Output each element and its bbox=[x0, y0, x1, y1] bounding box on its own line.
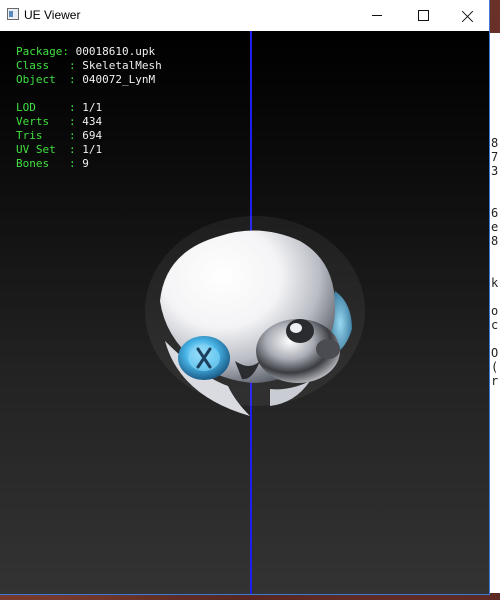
mesh-info-overlay: Package: 00018610.upk Class : SkeletalMe… bbox=[16, 45, 162, 171]
background-char: r bbox=[491, 374, 499, 388]
uvset-value: 1/1 bbox=[82, 143, 103, 156]
background-char: o bbox=[491, 304, 499, 318]
info-row-package: Package: 00018610.upk bbox=[16, 45, 156, 58]
info-label: Object bbox=[16, 73, 56, 86]
info-row-object: Object : 040072_LynM bbox=[16, 73, 156, 86]
verts-value: 434 bbox=[82, 115, 103, 128]
info-label: Class bbox=[16, 59, 50, 72]
background-char: k bbox=[491, 276, 499, 290]
info-label: Tris bbox=[16, 129, 43, 142]
app-icon[interactable] bbox=[7, 8, 19, 20]
background-char: O bbox=[491, 346, 499, 360]
background-char: c bbox=[491, 318, 499, 332]
class-value: SkeletalMesh bbox=[82, 59, 162, 72]
background-char: 6 bbox=[491, 206, 499, 220]
info-row-class: Class : SkeletalMesh bbox=[16, 59, 162, 72]
maximize-icon bbox=[417, 10, 429, 21]
minimize-button[interactable] bbox=[354, 0, 400, 31]
3d-viewport[interactable]: Package: 00018610.upk Class : SkeletalMe… bbox=[0, 31, 489, 594]
minimize-icon bbox=[372, 15, 382, 16]
info-label: LOD bbox=[16, 101, 36, 114]
object-value: 040072_LynM bbox=[82, 73, 156, 86]
info-label: Package bbox=[16, 45, 63, 58]
background-char: 8 bbox=[491, 234, 499, 248]
background-window-strip: 8 7 3 6 e 8 k o c O ( r bbox=[489, 33, 500, 593]
window-title: UE Viewer bbox=[24, 8, 81, 22]
mesh-model bbox=[145, 216, 365, 416]
info-label: Verts bbox=[16, 115, 50, 128]
info-row-verts: Verts : 434 bbox=[16, 115, 103, 128]
background-char: ( bbox=[491, 360, 499, 374]
info-row-tris: Tris : 694 bbox=[16, 129, 103, 142]
background-char: e bbox=[491, 220, 499, 234]
background-char: 3 bbox=[491, 164, 499, 178]
background-char: 8 bbox=[491, 136, 499, 150]
tris-value: 694 bbox=[82, 129, 103, 142]
info-label: Bones bbox=[16, 157, 50, 170]
info-row-bones: Bones : 9 bbox=[16, 157, 89, 170]
bones-value: 9 bbox=[82, 157, 89, 170]
info-row-lod: LOD : 1/1 bbox=[16, 101, 103, 114]
close-icon bbox=[462, 10, 474, 22]
title-bar[interactable]: UE Viewer bbox=[0, 0, 489, 31]
info-row-uvset: UV Set : 1/1 bbox=[16, 143, 103, 156]
close-button[interactable] bbox=[446, 0, 489, 31]
background-char: 7 bbox=[491, 150, 499, 164]
ue-viewer-window: UE Viewer Package: 00018610.upk Class: … bbox=[0, 0, 489, 594]
lod-value: 1/1 bbox=[82, 101, 103, 114]
maximize-button[interactable] bbox=[400, 0, 446, 31]
info-label: UV Set bbox=[16, 143, 56, 156]
package-value: 00018610.upk bbox=[75, 45, 156, 58]
